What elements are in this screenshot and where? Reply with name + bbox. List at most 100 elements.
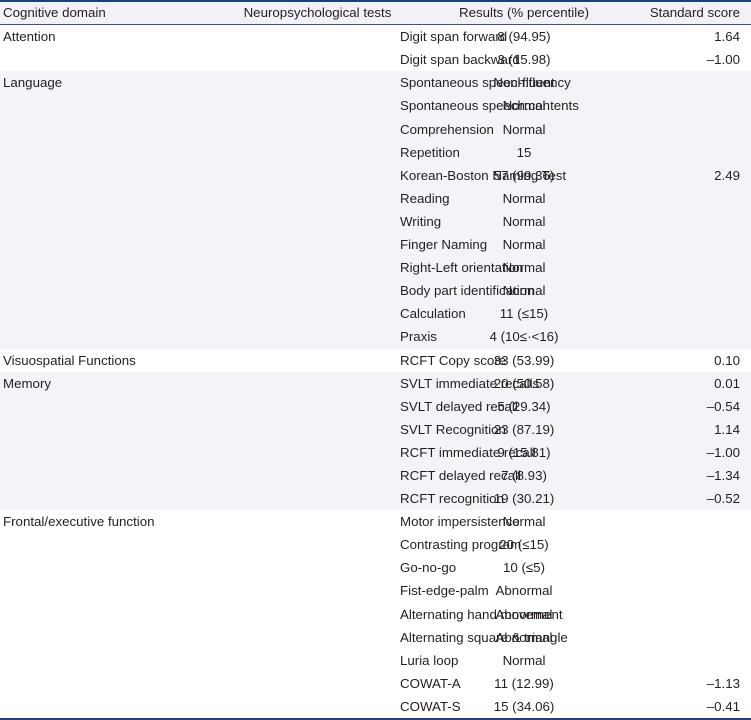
- neuropsychological-test-table-container: Cognitive domain Neuropsychological test…: [0, 0, 751, 720]
- cell-cognitive-domain: [0, 94, 200, 118]
- cell-standard-score: [615, 140, 751, 164]
- table-row: Contrasting program 20 (≤15): [0, 533, 751, 557]
- cell-standard-score: 0.10: [615, 348, 751, 372]
- cell-standard-score: 1.14: [615, 417, 751, 441]
- table-row: Comprehension Normal: [0, 117, 751, 141]
- table-row: Alternating square & triangle Abnormal: [0, 625, 751, 649]
- cell-standard-score: 0.01: [615, 371, 751, 395]
- cell-cognitive-domain: [0, 279, 200, 303]
- cell-standard-score: [615, 302, 751, 326]
- table-row: Writing Normal: [0, 210, 751, 234]
- cell-cognitive-domain: [0, 163, 200, 187]
- cell-test-name: Digit span forward: [200, 24, 507, 49]
- cell-cognitive-domain: [0, 186, 200, 211]
- table-row: SVLT Recognition 23 (87.19) 1.14: [0, 417, 751, 441]
- cell-cognitive-domain: [0, 464, 200, 488]
- table-row: Visuospatial Functions RCFT Copy score 33 …: [0, 348, 751, 372]
- cell-test-name: RCFT Copy score: [200, 348, 506, 372]
- cell-cognitive-domain: Language: [0, 71, 200, 95]
- cell-cognitive-domain: [0, 302, 200, 326]
- cell-standard-score: –1.13: [615, 671, 751, 696]
- cell-test-name: Korean-Boston Naming Test: [200, 163, 566, 187]
- cell-test-name: RCFT delayed recall: [200, 464, 521, 488]
- cell-test-name: SVLT Recognition: [200, 417, 506, 441]
- cell-test-name: Finger Naming: [200, 233, 487, 257]
- cell-cognitive-domain: Memory: [0, 371, 200, 395]
- cell-standard-score: –0.41: [615, 695, 751, 720]
- cell-cognitive-domain: Attention: [0, 24, 200, 49]
- cell-standard-score: 1.64: [615, 24, 751, 49]
- cell-cognitive-domain: [0, 440, 200, 465]
- cell-test-name: Right-Left orientation: [200, 256, 523, 280]
- cell-test-name: Praxis: [200, 325, 445, 349]
- cell-test-name: Calculation: [200, 302, 466, 326]
- cell-standard-score: [615, 186, 751, 211]
- cell-test-name: Fist-edge-palm: [200, 579, 489, 603]
- table-row: Attention Digit span forward 8 (94.95) 1.64: [0, 24, 751, 49]
- cell-cognitive-domain: [0, 695, 200, 720]
- cell-standard-score: [615, 71, 751, 95]
- cell-test-name: Alternating square & triangle: [200, 625, 568, 649]
- cell-cognitive-domain: [0, 117, 200, 141]
- cell-cognitive-domain: [0, 487, 200, 511]
- cell-cognitive-domain: [0, 602, 200, 626]
- table-row: RCFT immediate recall 9 (15.81) –1.00: [0, 440, 751, 465]
- table-row: Body part identification Normal: [0, 279, 751, 303]
- table-row: Spontaneous speech:contents Normal: [0, 94, 751, 118]
- cell-cognitive-domain: Visuospatial Functions: [0, 348, 200, 372]
- cell-test-name: Spontaneous speech:fluency: [200, 71, 571, 95]
- cell-standard-score: [615, 602, 751, 626]
- cell-test-name: Alternating hand movement: [200, 602, 563, 626]
- table-row: Finger Naming Normal: [0, 233, 751, 257]
- cell-test-name: Comprehension: [200, 117, 494, 141]
- cell-test-name: Spontaneous speech:contents: [200, 94, 579, 118]
- neuropsychological-test-table: Cognitive domain Neuropsychological test…: [0, 0, 751, 720]
- cell-test-name: Luria loop: [200, 648, 458, 672]
- cell-standard-score: [615, 625, 751, 649]
- table-row: Language Spontaneous speech:fluency Non-fl…: [0, 71, 751, 95]
- cell-result: 4 (10≤·<16): [445, 325, 615, 349]
- cell-test-name: Body part identification: [200, 279, 535, 303]
- table-row: Alternating hand movement Abnormal: [0, 602, 751, 626]
- table-row: Reading Normal: [0, 186, 751, 211]
- table-row: RCFT delayed recall 7 (8.93) –1.34: [0, 464, 751, 488]
- cell-cognitive-domain: [0, 210, 200, 234]
- table-row: Frontal/executive function Motor impersis…: [0, 510, 751, 534]
- cell-standard-score: 2.49: [615, 163, 751, 187]
- cell-cognitive-domain: Frontal/executive function: [0, 510, 200, 534]
- table-row: Digit span backward 3 (15.98) –1.00: [0, 48, 751, 72]
- cell-cognitive-domain: [0, 48, 200, 72]
- cell-result: Normal: [445, 186, 615, 211]
- cell-test-name: RCFT immediate recall: [200, 440, 536, 465]
- column-header-results: Results (% percentile): [445, 0, 615, 26]
- table-row: Luria loop Normal: [0, 648, 751, 672]
- column-header-cognitive-domain: Cognitive domain: [0, 0, 200, 26]
- table-row: Right-Left orientation Normal: [0, 256, 751, 280]
- cell-standard-score: –0.52: [615, 487, 751, 511]
- cell-standard-score: [615, 94, 751, 118]
- cell-standard-score: [615, 648, 751, 672]
- cell-standard-score: [615, 510, 751, 534]
- cell-standard-score: [615, 117, 751, 141]
- cell-test-name: Writing: [200, 210, 445, 234]
- table-row: Fist-edge-palm Abnormal: [0, 579, 751, 603]
- table-header: Cognitive domain Neuropsychological test…: [0, 0, 751, 26]
- cell-cognitive-domain: [0, 233, 200, 257]
- cell-test-name: Motor impersistence: [200, 510, 520, 534]
- cell-standard-score: [615, 556, 751, 580]
- table-body: Attention Digit span forward 8 (94.95) 1.64…: [0, 24, 751, 720]
- cell-test-name: COWAT-S: [200, 695, 461, 720]
- cell-test-name: Go-no-go: [200, 556, 456, 580]
- cell-standard-score: [615, 233, 751, 257]
- cell-cognitive-domain: [0, 325, 200, 349]
- cell-standard-score: –1.34: [615, 464, 751, 488]
- table-row: COWAT-A 11 (12.99) –1.13: [0, 671, 751, 696]
- cell-result: 11 (12.99): [445, 671, 615, 696]
- cell-result: 11 (≤15): [445, 302, 615, 326]
- table-row: RCFT recognition 19 (30.21) –0.52: [0, 487, 751, 511]
- cell-cognitive-domain: [0, 625, 200, 649]
- column-header-neuropsychological-tests: Neuropsychological tests: [200, 0, 445, 26]
- table-row: Repetition 15: [0, 140, 751, 164]
- table-header-row: Cognitive domain Neuropsychological test…: [0, 0, 751, 26]
- cell-standard-score: –1.00: [615, 48, 751, 72]
